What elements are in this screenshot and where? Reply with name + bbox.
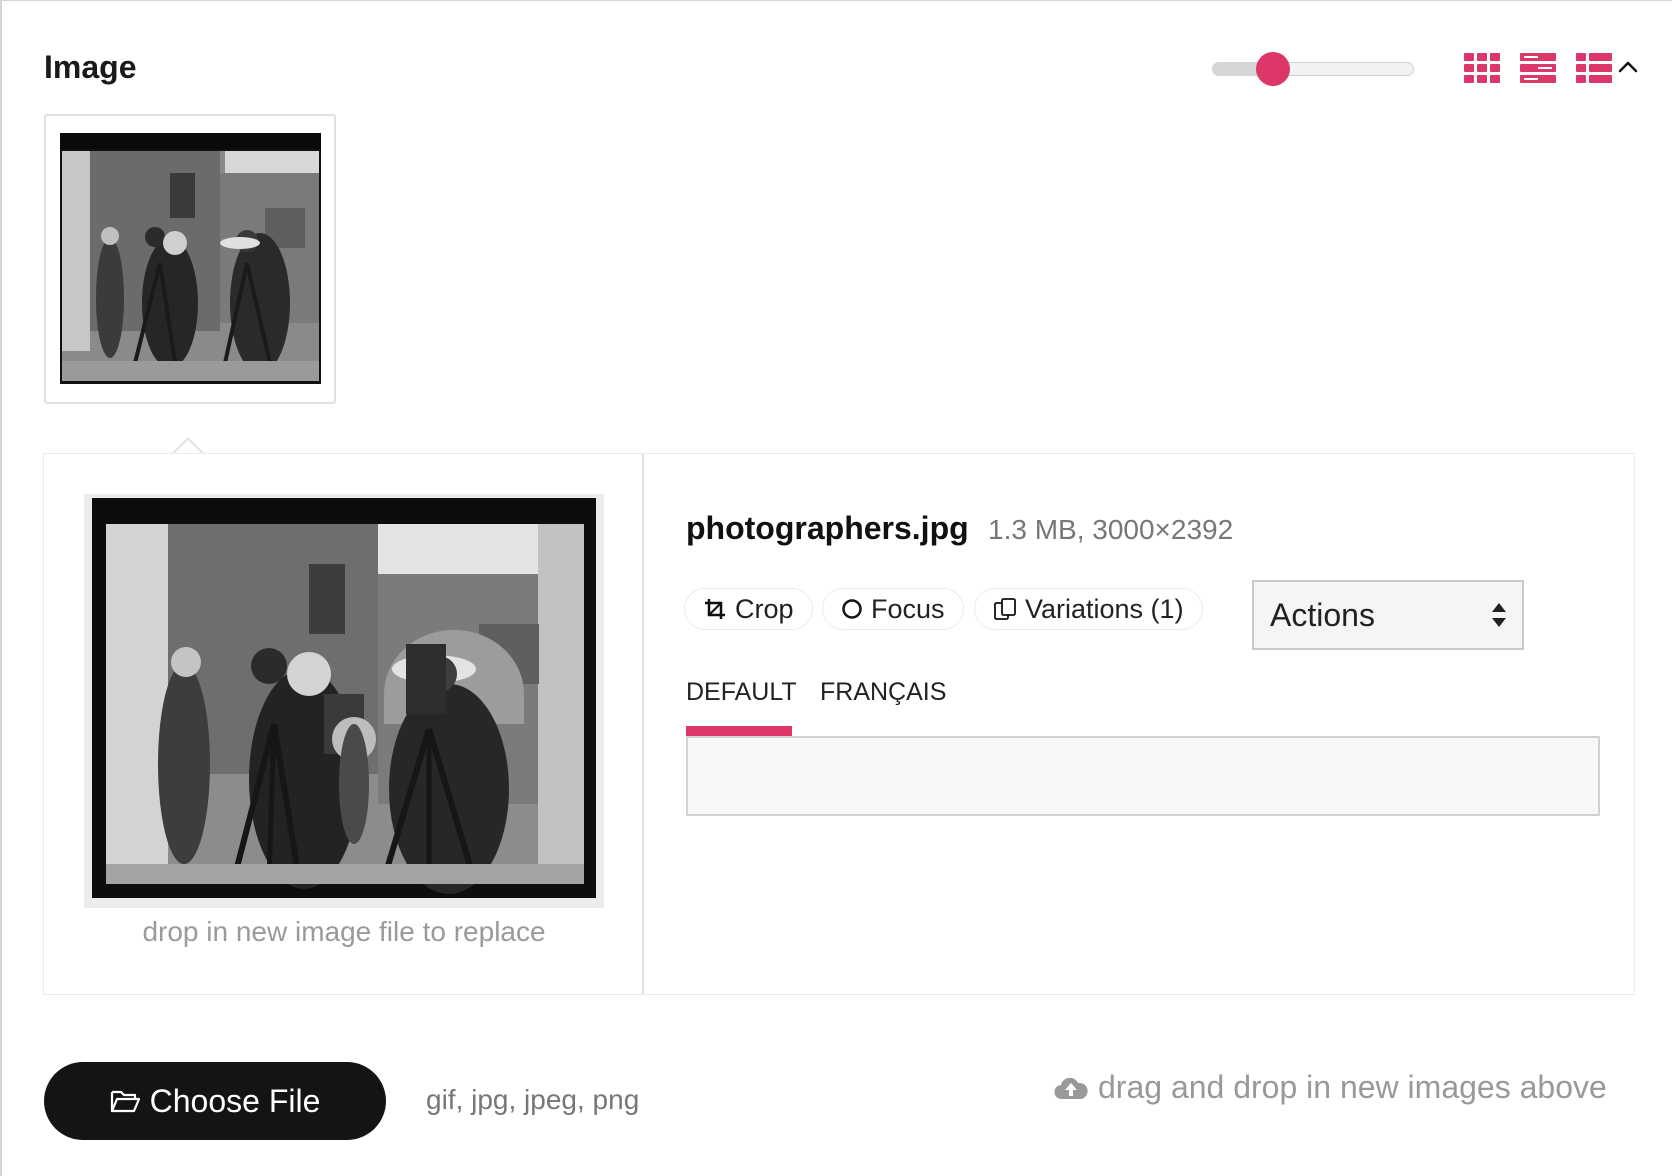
drag-drop-hint: drag and drop in new images above — [1054, 1069, 1607, 1106]
grid-view-button[interactable] — [1464, 53, 1500, 83]
choose-file-button[interactable]: Choose File — [44, 1062, 386, 1140]
select-arrows-icon — [1492, 603, 1506, 627]
grid-icon — [1464, 53, 1500, 83]
selection-pointer-inner — [174, 440, 202, 454]
field-title: Image — [44, 49, 137, 85]
image-preview — [84, 494, 604, 908]
actions-select[interactable]: Actions — [1252, 580, 1524, 650]
image-thumbnail — [60, 133, 321, 384]
focus-button[interactable]: Focus — [822, 588, 964, 630]
list-icon — [1576, 53, 1612, 83]
variations-label: Variations (1) — [1025, 593, 1184, 624]
cloud-upload-icon — [1054, 1077, 1088, 1099]
collapse-button[interactable] — [1614, 53, 1642, 81]
image-field-panel: Image drop in new image file to replace … — [0, 0, 1672, 1176]
file-name: photographers.jpg — [686, 510, 969, 546]
drag-drop-hint-text: drag and drop in new images above — [1098, 1069, 1607, 1105]
tab-francais[interactable]: FRANÇAIS — [820, 678, 946, 707]
actions-select-value: Actions — [1270, 596, 1375, 633]
focus-label: Focus — [871, 593, 945, 624]
allowed-file-types: gif, jpg, jpeg, png — [426, 1084, 640, 1115]
compact-list-view-button[interactable] — [1520, 53, 1556, 83]
variations-button[interactable]: Variations (1) — [974, 588, 1203, 630]
folder-open-icon — [110, 1090, 140, 1113]
slider-handle[interactable] — [1256, 52, 1290, 86]
caption-input[interactable] — [686, 736, 1600, 816]
image-thumbnail-card[interactable] — [44, 114, 336, 404]
thumbnail-size-slider[interactable] — [1212, 52, 1414, 86]
compact-list-icon — [1520, 53, 1556, 83]
circle-icon — [842, 599, 862, 619]
copy-icon — [994, 598, 1016, 620]
choose-file-label: Choose File — [149, 1082, 321, 1119]
active-tab-indicator — [686, 726, 792, 736]
crop-label: Crop — [735, 593, 794, 624]
file-meta: 1.3 MB, 3000×2392 — [988, 514, 1234, 545]
crop-icon — [705, 599, 725, 619]
replace-dropzone[interactable]: drop in new image file to replace — [44, 454, 644, 994]
tab-default[interactable]: DEFAULT — [686, 678, 797, 707]
crop-button[interactable]: Crop — [684, 588, 813, 630]
list-view-button[interactable] — [1576, 53, 1612, 83]
chevron-up-icon — [1618, 61, 1638, 73]
image-detail-panel: drop in new image file to replace photog… — [43, 453, 1635, 995]
replace-hint: drop in new image file to replace — [142, 916, 546, 947]
